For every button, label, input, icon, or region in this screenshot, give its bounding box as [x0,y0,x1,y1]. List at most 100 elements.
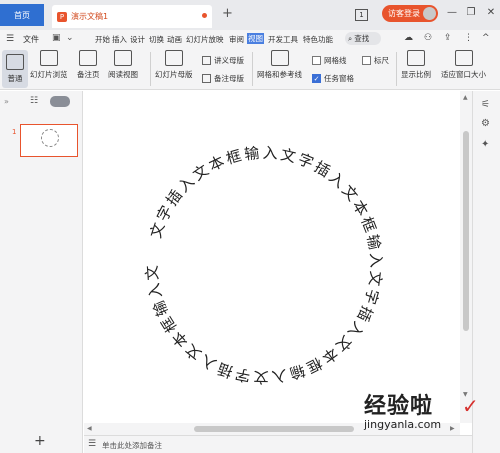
divider [252,52,253,86]
pin-icon[interactable]: ✦ [481,139,489,150]
circle-text-char: 框 [357,214,379,235]
properties-icon[interactable]: ⚟ [481,99,490,110]
title-bar: 首页 P 演示文稿1 + 1 访客登录 — ❐ ✕ [0,0,500,30]
reading-view-icon [114,50,132,66]
circular-text[interactable]: 文字插入文本框输入文字插入文本框输入文字插入文本框输入文字插入文本框输入文 [143,144,385,386]
scroll-right-icon[interactable]: ▶ [450,425,455,432]
more-options-icon[interactable]: ⋮ [464,33,473,43]
tab-developer[interactable]: 开发工具 [268,34,298,45]
handout-master-button[interactable]: 讲义母版 [202,55,244,66]
cloud-icon[interactable]: ☁ [404,33,413,43]
task-pane-checkbox[interactable]: ✓ 任务窗格 [312,73,354,84]
circle-text-char: 框 [224,147,243,168]
document-tab[interactable]: P 演示文稿1 [52,5,212,28]
slides-panel: » ☷ 1 + [0,91,83,453]
tab-animation[interactable]: 动画 [167,34,182,45]
circle-text-char: 输 [243,144,260,164]
search-box[interactable]: ⌕ 查找 [345,32,381,45]
tab-view[interactable]: 视图 [247,33,264,44]
notes-page-button[interactable]: 备注页 [77,50,100,80]
slide-canvas[interactable]: 文字插入文本框输入文字插入文本框输入文字插入文本框输入文字插入文本框输入文 [84,91,460,423]
home-tab[interactable]: 首页 [0,4,44,26]
document-tab-label: 演示文稿1 [71,12,109,21]
avatar [423,7,436,20]
ruler-checkbox[interactable]: 标尺 [362,55,389,66]
notes-bar[interactable]: ☰ 单击此处添加备注 [84,435,472,453]
slide-browse-icon [39,50,58,66]
ruler-label: 标尺 [374,56,389,65]
notes-master-button[interactable]: 备注母版 [202,73,244,84]
circle-text-char: 本 [206,152,227,175]
vertical-scroll-thumb[interactable] [463,131,469,331]
view-toolbar: 普通 幻灯片浏览 备注页 阅读视图 幻灯片母版 讲义母版 备注母版 网格和参考线… [0,48,500,90]
circle-text-char: 字 [234,365,252,386]
new-tab-button[interactable]: + [222,6,233,21]
reading-view-button[interactable]: 阅读视图 [108,50,138,80]
show-ratio-button[interactable]: 显示比例 [401,50,431,80]
divider [150,52,151,86]
notes-placeholder[interactable]: 单击此处添加备注 [102,440,162,451]
expand-panel-icon[interactable]: » [4,97,9,106]
fit-window-icon [454,50,473,66]
search-label: 查找 [354,34,370,43]
save-icon[interactable]: ▣ [52,33,61,43]
notes-master-label: 备注母版 [214,74,244,83]
close-icon[interactable]: ✕ [484,5,498,21]
more-icon[interactable]: ⌄ [66,33,74,43]
collapse-ribbon-icon[interactable]: ^ [482,33,490,43]
tab-start[interactable]: 开始 [95,34,110,45]
collaborate-icon[interactable]: ⚇ [424,33,432,43]
slide-number: 1 [12,128,17,136]
fit-window-button[interactable]: 适应窗口大小 [441,50,486,80]
adjust-icon[interactable]: ⚙ [481,118,490,129]
page-indicator[interactable]: 1 [355,9,368,21]
outline-list-icon[interactable]: ☷ [30,96,38,106]
thumbnail-toggle[interactable] [50,96,70,107]
vertical-scrollbar[interactable]: ▲ ▼ [460,91,472,423]
handout-master-icon [202,56,211,65]
circle-text-char: 文 [279,145,298,166]
normal-view-button[interactable]: 普通 [2,50,28,88]
circle-text-char: 输 [363,233,384,251]
slide-thumbnail[interactable] [20,124,78,157]
scroll-left-icon[interactable]: ◀ [87,425,92,432]
slide-master-button[interactable]: 幻灯片母版 [155,50,193,80]
gridlines-checkbox[interactable]: 网格线 [312,55,347,66]
circle-text-char: 文 [365,270,385,287]
circle-text-char: 输 [287,361,307,383]
watermark-url: jingyanla.com [364,418,442,431]
gridlines-label: 网格线 [324,56,347,65]
tab-review[interactable]: 审阅 [229,34,244,45]
circle-text-char: 入 [367,252,386,268]
task-pane-label: 任务窗格 [324,74,354,83]
circle-text-char: 文 [147,220,169,240]
menu-icon[interactable]: ☰ [6,34,14,44]
add-slide-button[interactable]: + [34,433,46,449]
presentation-logo-icon: P [57,11,67,22]
circle-text-char: 文 [143,265,162,281]
search-icon: ⌕ [348,33,353,43]
horizontal-scroll-thumb[interactable] [194,426,354,432]
minimize-icon[interactable]: — [445,5,459,21]
reading-view-label: 阅读视图 [108,70,138,79]
show-ratio-label: 显示比例 [401,70,431,79]
circle-text-char: 文 [253,368,268,386]
tab-transition[interactable]: 切换 [149,34,164,45]
tab-design[interactable]: 设计 [130,34,145,45]
tab-insert[interactable]: 插入 [112,34,127,45]
zoom-icon [407,50,425,66]
file-menu[interactable]: 文件 [23,34,39,45]
tab-slideshow[interactable]: 幻灯片放映 [186,34,224,45]
slide-master-label: 幻灯片母版 [155,70,193,79]
guest-login-button[interactable]: 访客登录 [382,5,438,22]
grid-guides-label: 网格和参考线 [257,70,302,79]
tab-features[interactable]: 特色功能 [303,34,333,45]
slide-browse-button[interactable]: 幻灯片浏览 [30,50,68,80]
normal-view-label: 普通 [7,74,23,83]
scroll-up-icon[interactable]: ▲ [463,94,468,101]
divider [396,52,397,86]
grid-guides-button[interactable]: 网格和参考线 [257,50,302,80]
share-icon[interactable]: ⇪ [444,33,452,43]
task-pane-check-icon: ✓ [312,74,321,83]
restore-icon[interactable]: ❐ [464,5,478,21]
